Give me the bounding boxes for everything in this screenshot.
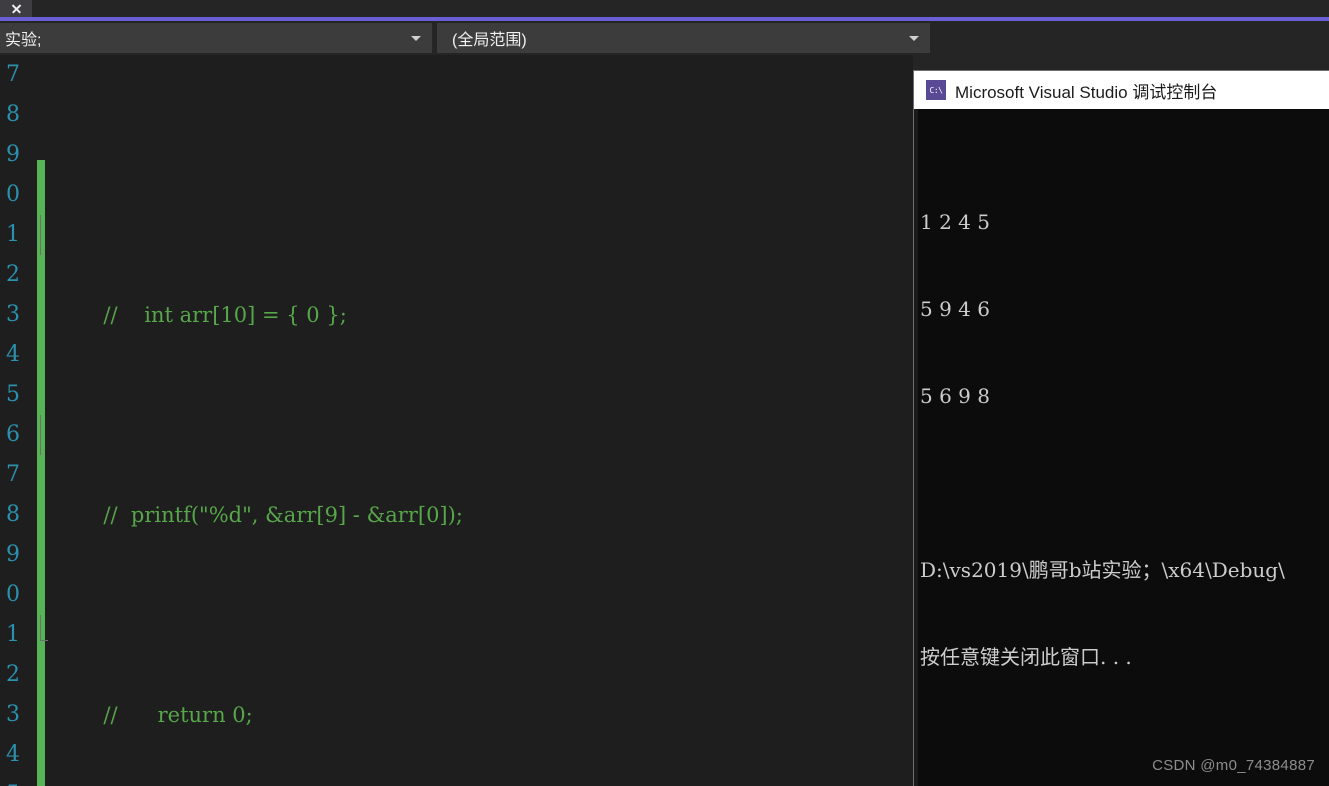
code-token-comment: // int arr[10] = { 0 }; (103, 303, 347, 327)
console-output[interactable]: 1 2 4 5 5 9 4 6 5 6 9 8 D:\vs2019\鹏哥b站实验… (914, 109, 1329, 786)
project-scope-dropdown[interactable]: 实验; (0, 23, 432, 53)
line-number: 4 (6, 342, 20, 367)
line-number: 5 (0, 775, 20, 786)
navigation-bar: 实验; (全局范围) (0, 21, 1329, 55)
line-number: 8 (6, 502, 20, 527)
editor-tab-strip (0, 0, 1329, 17)
line-number: 6 (6, 422, 20, 447)
debug-console-window[interactable]: C:\ Microsoft Visual Studio 调试控制台 1 2 4 … (913, 70, 1329, 786)
outline-guide (40, 615, 48, 641)
code-line: // int arr[10] = { 0 }; (40, 215, 913, 327)
change-indicator-bar (37, 160, 45, 786)
line-number: 7 (6, 462, 20, 487)
console-output-line: 5 6 9 8 (920, 384, 990, 408)
code-editor[interactable]: 7 8 9 0 1 2 3 4 5 6 7 8 9 0 1 2 3 4 5 // (0, 55, 913, 786)
line-number: 9 (6, 542, 20, 567)
console-scrollbar[interactable] (914, 109, 918, 786)
line-number-gutter: 7 8 9 0 1 2 3 4 5 6 7 8 9 0 1 2 3 4 5 (0, 55, 30, 786)
line-number: 2 (6, 262, 20, 287)
outline-guide (40, 215, 41, 255)
console-output-line: 1 2 4 5 (920, 210, 990, 234)
console-title-text: Microsoft Visual Studio 调试控制台 (955, 82, 1218, 102)
code-text-area[interactable]: // int arr[10] = { 0 }; // printf("%d", … (40, 55, 913, 786)
chevron-down-icon[interactable] (411, 35, 421, 41)
code-line: // printf("%d", &arr[9] - &arr[0]); (40, 415, 913, 527)
code-line: // return 0; (40, 615, 913, 727)
outline-guide (40, 415, 41, 455)
line-number: 7 (6, 62, 20, 87)
line-number: 3 (6, 302, 20, 327)
line-number: 0 (6, 182, 20, 207)
line-number: 4 (6, 742, 20, 767)
code-token-comment: // printf("%d", &arr[9] - &arr[0]); (103, 503, 463, 527)
tab-close-button[interactable] (0, 0, 32, 17)
member-scope-value: (全局范围) (452, 32, 527, 49)
console-title-bar[interactable]: C:\ Microsoft Visual Studio 调试控制台 (914, 71, 1329, 109)
console-output-line: 5 9 4 6 (920, 297, 990, 321)
line-number: 5 (6, 382, 20, 407)
project-scope-value: 实验; (5, 32, 42, 49)
line-number: 3 (6, 702, 20, 727)
line-number: 2 (6, 662, 20, 687)
chevron-down-icon[interactable] (909, 35, 919, 41)
console-output-blank (920, 469, 1329, 498)
line-number: 8 (6, 102, 20, 127)
visual-studio-window: 实验; (全局范围) 7 8 9 0 1 2 3 4 5 6 7 8 9 0 1… (0, 0, 1329, 786)
console-app-icon: C:\ (926, 80, 946, 100)
line-number: 0 (6, 582, 20, 607)
console-output-path: D:\vs2019\鹏哥b站实验；\x64\Debug\ (920, 558, 1285, 582)
line-number: 1 (6, 622, 20, 647)
watermark: CSDN @m0_74384887 (1152, 757, 1315, 774)
member-scope-dropdown[interactable]: (全局范围) (437, 23, 930, 53)
code-token-comment: // return 0; (103, 703, 253, 727)
console-output-prompt: 按任意键关闭此窗口. . . (920, 645, 1132, 669)
close-icon[interactable] (11, 3, 22, 14)
line-number: 1 (6, 222, 20, 247)
line-number: 9 (6, 142, 20, 167)
